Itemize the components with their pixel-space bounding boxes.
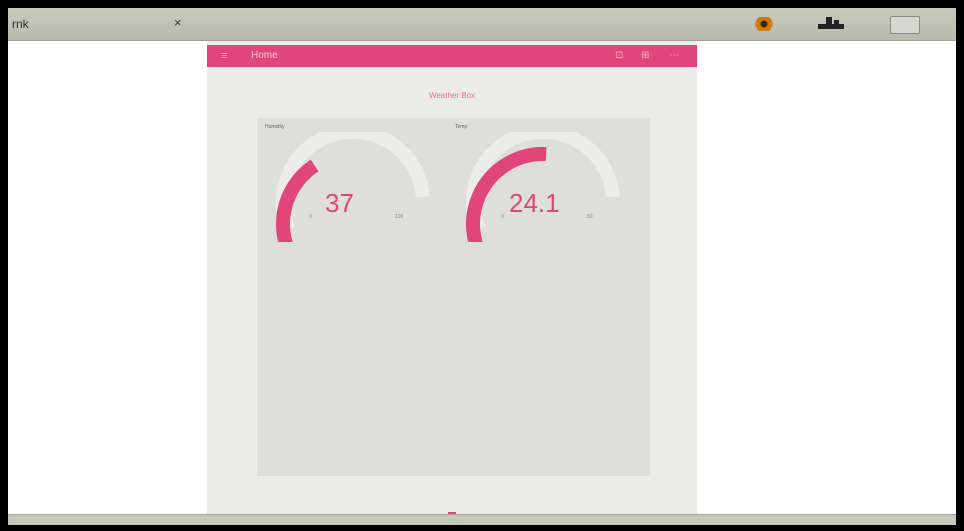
- battery-icon[interactable]: [890, 16, 920, 34]
- bottom-taskbar: [8, 514, 956, 525]
- gauge-max: 50: [587, 214, 593, 220]
- fullscreen-icon[interactable]: ⊡: [615, 50, 623, 61]
- eye-icon[interactable]: [754, 17, 774, 31]
- humidity-gauge: [275, 132, 430, 242]
- header-title: Home: [251, 50, 278, 61]
- screen: rnk × ≡ Home ⊡ ⊞ ⋯ Weather Box Humidity …: [8, 8, 956, 525]
- app-window: ≡ Home ⊡ ⊞ ⋯ Weather Box Humidity 37 0 1…: [207, 41, 697, 515]
- temperature-gauge: [465, 132, 620, 242]
- gauge-min: 0: [309, 214, 312, 220]
- network-icon[interactable]: [814, 14, 848, 32]
- dashboard-panel: Humidity 37 0 100 Temp 24.1 0 50: [257, 118, 650, 476]
- app-header: ≡ Home ⊡ ⊞ ⋯: [207, 45, 697, 67]
- gauge-min: 0: [501, 214, 504, 220]
- gauge-label-temp: Temp: [455, 124, 468, 130]
- gauge-max: 100: [395, 214, 404, 220]
- more-icon[interactable]: ⋯: [669, 50, 679, 61]
- grid-icon[interactable]: ⊞: [641, 50, 649, 61]
- page-title: Weather Box: [428, 91, 476, 100]
- window-tab-title[interactable]: rnk: [12, 17, 29, 31]
- gauge-label-humidity: Humidity: [265, 124, 285, 130]
- menu-icon[interactable]: ≡: [221, 50, 227, 62]
- temperature-value: 24.1: [509, 188, 560, 218]
- top-taskbar: rnk ×: [8, 8, 956, 41]
- close-icon[interactable]: ×: [174, 15, 182, 30]
- humidity-value: 37: [325, 188, 354, 218]
